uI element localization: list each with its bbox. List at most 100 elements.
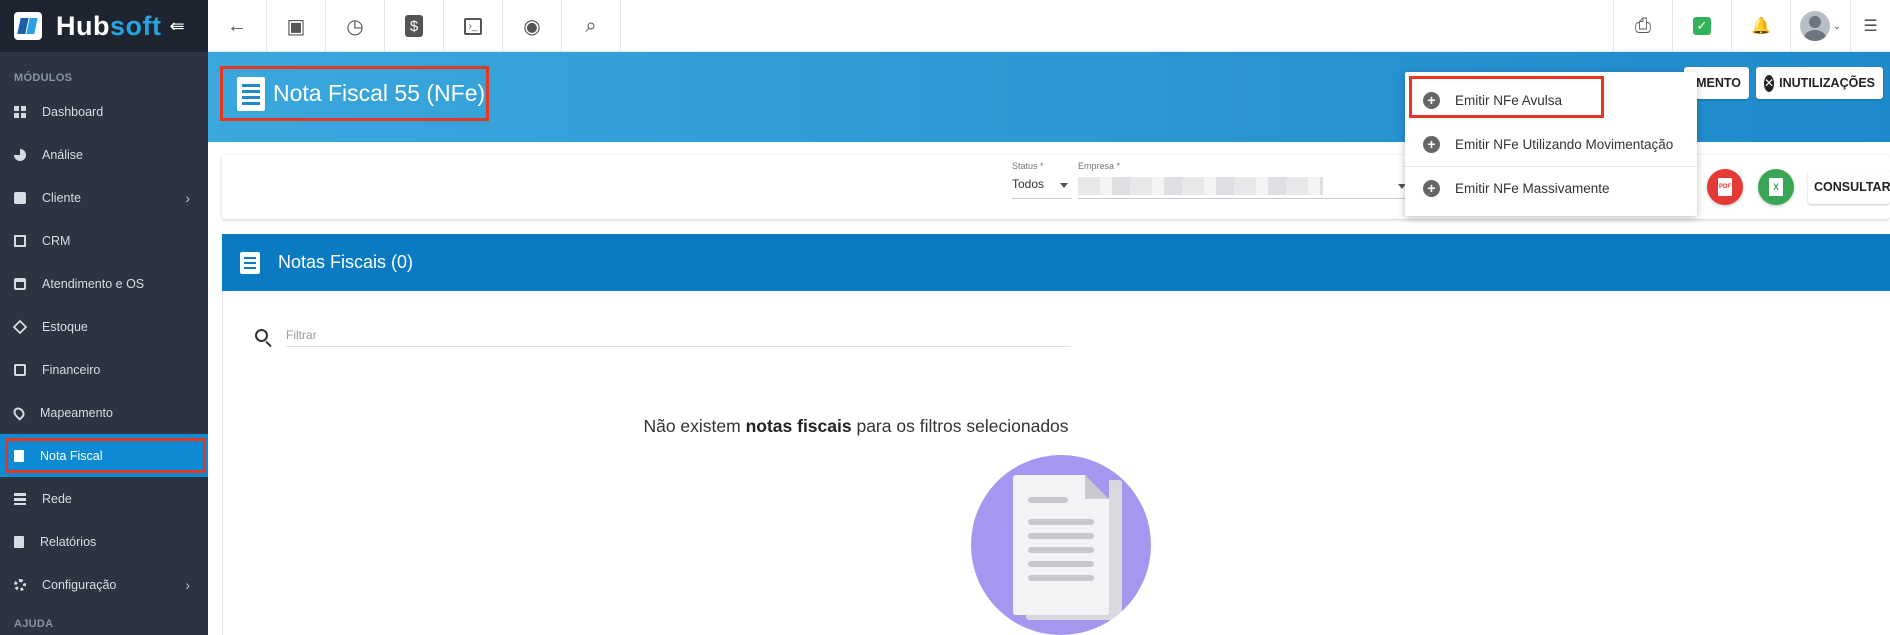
export-excel-button[interactable]: X <box>1758 169 1794 205</box>
bell-icon: 🔔 <box>1751 18 1771 35</box>
menu-button[interactable]: ☰ <box>1850 0 1890 52</box>
eye-icon: ◉ <box>523 15 541 38</box>
highlight-box <box>1409 76 1604 118</box>
sidebar-item-label: CRM <box>42 233 71 248</box>
status-value: Todos <box>1012 177 1045 191</box>
search-button[interactable]: ⌕ <box>562 0 621 52</box>
search-icon <box>255 329 268 342</box>
user-menu-button[interactable]: ⌄ <box>1790 0 1850 52</box>
calendar-clock-icon: ◷ <box>346 15 364 38</box>
sidebar-item-label: Dashboard <box>42 104 104 119</box>
sidebar-item-label: Configuração <box>42 577 117 592</box>
terminal-shortcut-button[interactable]: ›_ <box>444 0 503 52</box>
client-card-icon <box>14 191 26 204</box>
tasks-button[interactable]: ✓ <box>1672 0 1731 52</box>
consultar-button[interactable]: CONSULTAR <box>1808 170 1890 204</box>
page-title: Nota Fiscal 55 (NFe) <box>273 80 486 106</box>
sidebar-item-cliente[interactable]: Cliente › <box>0 176 208 219</box>
sidebar-item-label: Relatórios <box>40 534 97 549</box>
pdf-icon: PDF <box>1718 178 1732 196</box>
sidebar-item-estoque[interactable]: Estoque <box>0 305 208 348</box>
add-circle-icon: + <box>1423 179 1440 197</box>
empty-state-message: Não existem notas fiscais para os filtro… <box>223 416 1489 437</box>
sidebar-item-dashboard[interactable]: Dashboard <box>0 90 208 133</box>
sidebar-item-nota-fiscal[interactable]: Nota Fiscal <box>0 434 208 477</box>
back-arrow-icon: ← <box>227 14 247 37</box>
brand-name-part2: soft <box>109 10 162 41</box>
collapse-sidebar-icon[interactable]: ⇚ <box>169 16 184 37</box>
status-underline <box>1012 198 1072 199</box>
chevron-right-icon: › <box>185 189 190 206</box>
client-card-icon: ▣ <box>286 15 306 38</box>
movimento-button-label: MENTO <box>1696 76 1741 90</box>
pdf-button[interactable]: ⎙ <box>1613 0 1672 52</box>
empresa-underline <box>1078 198 1408 199</box>
calendar-clock-icon <box>14 277 26 290</box>
client-shortcut-button[interactable]: ▣ <box>267 0 326 52</box>
sidebar-item-label: Cliente <box>42 190 81 205</box>
sidebar-item-analise[interactable]: Análise <box>0 133 208 176</box>
menu-item-label: Emitir NFe Utilizando Movimentação <box>1455 136 1674 152</box>
highlight-box <box>5 438 206 473</box>
chevron-right-icon: › <box>185 576 190 593</box>
emit-nfe-dropdown: + Emitir NFe Avulsa + Emitir NFe Utiliza… <box>1405 72 1697 216</box>
view-shortcut-button[interactable]: ◉ <box>503 0 562 52</box>
sidebar-item-configuracao[interactable]: Configuração › <box>0 563 208 606</box>
pie-chart-icon <box>14 148 26 161</box>
sidebar-item-atendimento[interactable]: Atendimento e OS <box>0 262 208 305</box>
report-icon <box>14 535 24 548</box>
sidebar-item-rede[interactable]: Rede <box>0 477 208 520</box>
notifications-button[interactable]: 🔔 <box>1731 0 1790 52</box>
pdf-icon: ⎙ <box>1635 14 1651 37</box>
sidebar-item-mapeamento[interactable]: Mapeamento <box>0 391 208 434</box>
brand-bar: Hubsoft ⇚ <box>0 0 208 52</box>
invoice-icon <box>237 76 265 111</box>
sidebar-item-crm[interactable]: CRM <box>0 219 208 262</box>
top-toolbar: ← ▣ ◷ $ ›_ ◉ ⌕ ⎙ ✓ 🔔 ⌄ ☰ <box>208 0 1890 52</box>
sidebar-item-label: Estoque <box>42 319 88 334</box>
map-pin-icon <box>11 404 27 421</box>
export-pdf-button[interactable]: PDF <box>1707 169 1743 205</box>
invoice-icon <box>240 251 260 274</box>
schedule-shortcut-button[interactable]: ◷ <box>326 0 385 52</box>
empresa-label: Empresa * <box>1078 161 1121 171</box>
terminal-icon: ›_ <box>463 17 483 35</box>
sidebar-item-label: Análise <box>42 147 83 162</box>
finance-shortcut-button[interactable]: $ <box>385 0 444 52</box>
dollar-icon: $ <box>405 15 423 37</box>
notas-panel-header: Notas Fiscais (0) <box>222 234 1890 291</box>
avatar <box>1799 11 1830 41</box>
empresa-select[interactable] <box>1078 175 1408 197</box>
excel-icon: X <box>1769 178 1783 196</box>
status-select[interactable]: Todos <box>1012 175 1072 195</box>
document-icon <box>1013 475 1109 615</box>
list-icon: ☰ <box>1863 18 1878 35</box>
sidebar: Hubsoft ⇚ MÓDULOS Dashboard Análise Clie… <box>0 0 208 635</box>
sidebar-item-relatorios[interactable]: Relatórios <box>0 520 208 563</box>
brand-name-part1: Hub <box>56 10 110 41</box>
empresa-value-redacted <box>1078 177 1323 195</box>
page-title-highlight: Nota Fiscal 55 (NFe) <box>220 66 489 121</box>
status-label: Status * <box>1012 161 1044 171</box>
dashboard-icon <box>14 105 26 118</box>
menu-item-label: Emitir NFe Massivamente <box>1455 180 1610 196</box>
sidebar-item-label: Rede <box>42 491 72 506</box>
close-circle-icon: ✕ <box>1764 74 1775 92</box>
filter-input[interactable] <box>286 323 1071 347</box>
emitir-nfe-massivamente-item[interactable]: + Emitir NFe Massivamente <box>1405 166 1697 210</box>
box-icon <box>12 319 28 334</box>
empty-message-bold: notas fiscais <box>745 416 852 436</box>
emitir-nfe-movimentacao-item[interactable]: + Emitir NFe Utilizando Movimentação <box>1405 122 1697 166</box>
brand-name: Hubsoft <box>56 11 161 42</box>
help-section-label: AJUDA <box>14 618 54 630</box>
back-button[interactable]: ← <box>208 0 267 52</box>
gear-icon <box>14 578 26 591</box>
sidebar-item-financeiro[interactable]: Financeiro <box>0 348 208 391</box>
sidebar-item-label: Atendimento e OS <box>42 276 145 291</box>
empty-documents-illustration <box>971 455 1151 635</box>
chevron-down-icon <box>1060 183 1068 188</box>
hubsoft-logo-icon <box>14 12 42 40</box>
empty-message-prefix: Não existem <box>643 416 746 436</box>
consultar-button-label: CONSULTAR <box>1814 180 1890 194</box>
inutilizacoes-button[interactable]: ✕ INUTILIZAÇÕES <box>1756 67 1883 99</box>
